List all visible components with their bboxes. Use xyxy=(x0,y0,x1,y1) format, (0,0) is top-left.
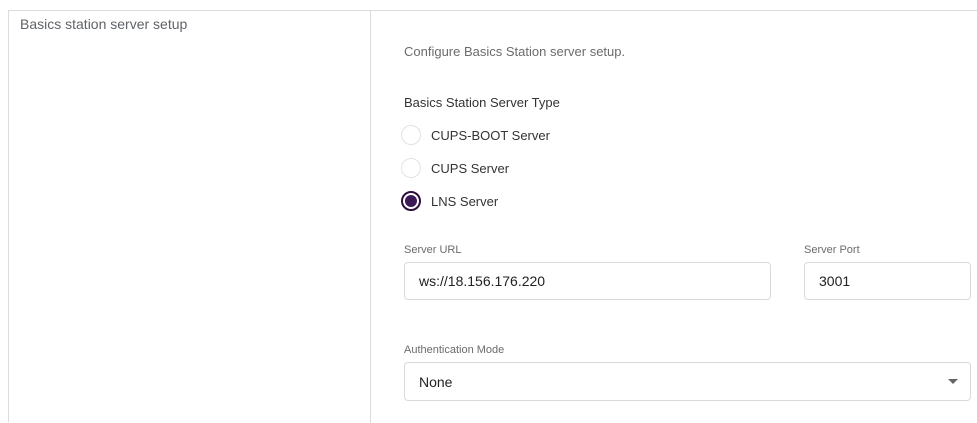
radio-label-cups-boot: CUPS-BOOT Server xyxy=(431,127,550,143)
section-title-panel: Basics station server setup xyxy=(9,11,371,423)
radio-lns-server[interactable]: LNS Server xyxy=(401,189,498,213)
server-url-input[interactable]: ws://18.156.176.220 xyxy=(404,262,771,300)
radio-dot xyxy=(405,195,417,207)
radio-cups-server[interactable]: CUPS Server xyxy=(401,156,509,180)
chevron-down-icon[interactable] xyxy=(948,379,958,384)
auth-mode-label: Authentication Mode xyxy=(404,344,505,356)
server-url-label: Server URL xyxy=(404,244,462,256)
section-description: Configure Basics Station server setup. xyxy=(404,44,626,59)
radio-selected-icon[interactable] xyxy=(401,191,421,211)
server-type-label: Basics Station Server Type xyxy=(404,95,560,110)
basics-station-setup-card: Basics station server setup Configure Ba… xyxy=(8,10,977,423)
radio-unselected-icon[interactable] xyxy=(401,125,421,145)
server-port-input[interactable]: 3001 xyxy=(804,262,971,300)
settings-form: Configure Basics Station server setup. B… xyxy=(371,11,977,423)
auth-mode-value: None xyxy=(419,373,453,390)
auth-mode-select[interactable]: None xyxy=(404,362,971,401)
server-port-label: Server Port xyxy=(804,244,860,256)
radio-label-lns: LNS Server xyxy=(431,193,499,209)
radio-unselected-icon[interactable] xyxy=(401,158,421,178)
radio-label-cups: CUPS Server xyxy=(431,160,510,176)
radio-cups-boot-server[interactable]: CUPS-BOOT Server xyxy=(401,123,550,147)
section-title: Basics station server setup xyxy=(20,16,188,32)
